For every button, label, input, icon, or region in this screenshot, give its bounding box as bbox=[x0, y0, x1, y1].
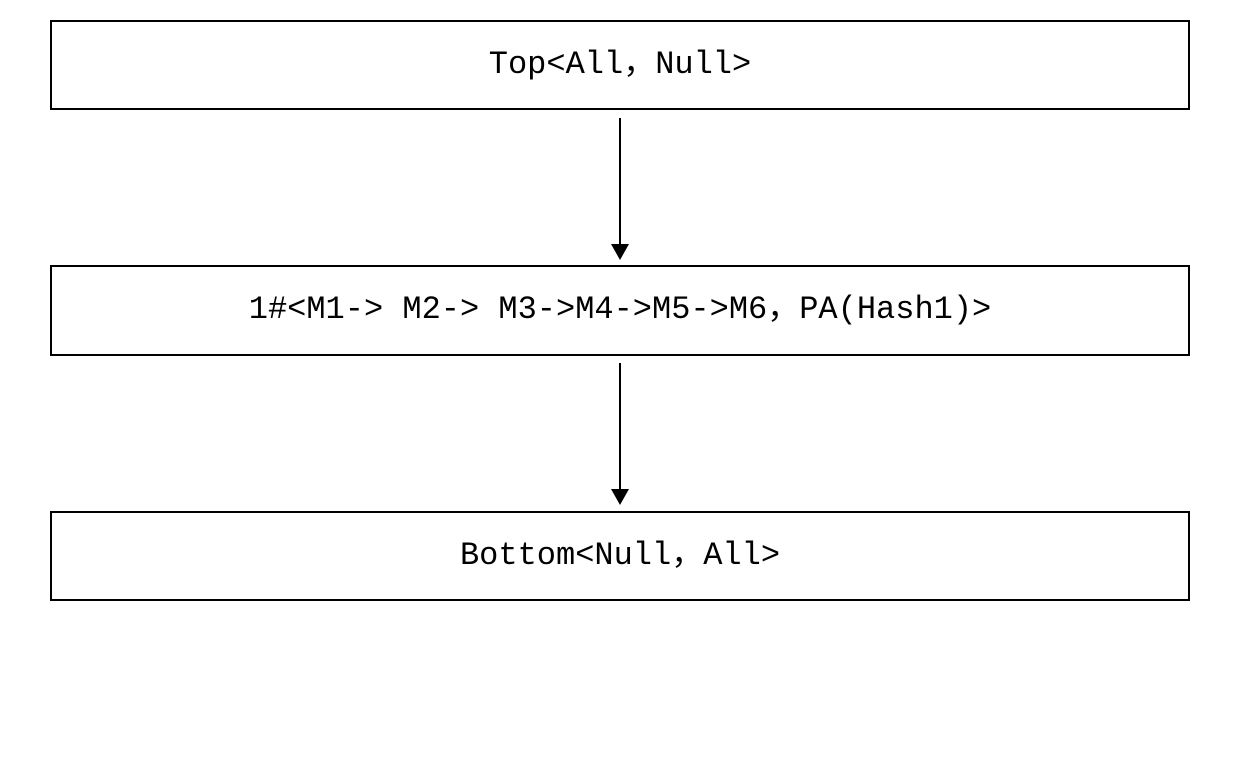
arrow-line-icon bbox=[619, 363, 621, 503]
node-middle: 1#<M1-> M2-> M3->M4->M5->M6，PA(Hash1)> bbox=[50, 265, 1190, 355]
arrow-head-icon bbox=[611, 244, 629, 260]
arrow-line-icon bbox=[619, 118, 621, 258]
node-bottom: Bottom<Null，All> bbox=[50, 511, 1190, 601]
node-top-label: Top<All，Null> bbox=[489, 46, 751, 83]
flowchart-diagram: Top<All，Null> 1#<M1-> M2-> M3->M4->M5->M… bbox=[50, 20, 1190, 601]
arrow-middle-to-bottom bbox=[50, 356, 1190, 511]
node-middle-label: 1#<M1-> M2-> M3->M4->M5->M6，PA(Hash1)> bbox=[249, 291, 992, 328]
node-bottom-label: Bottom<Null，All> bbox=[460, 537, 780, 574]
arrow-top-to-middle bbox=[50, 110, 1190, 265]
arrow-head-icon bbox=[611, 489, 629, 505]
node-top: Top<All，Null> bbox=[50, 20, 1190, 110]
